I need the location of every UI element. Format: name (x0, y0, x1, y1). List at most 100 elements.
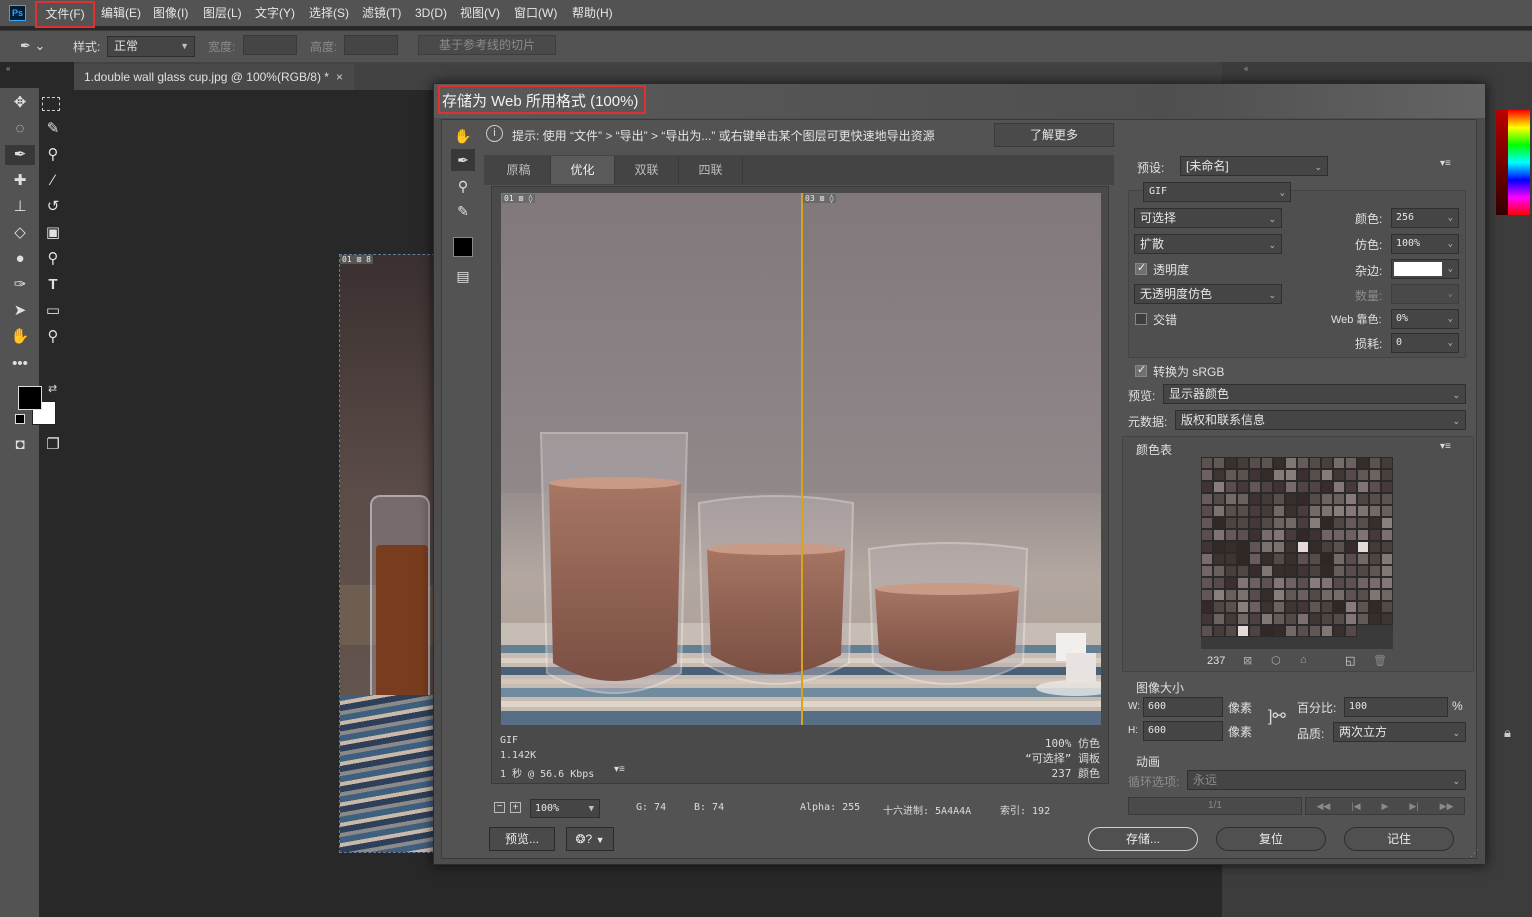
color-swatch[interactable] (1297, 541, 1309, 553)
color-swatch[interactable] (1249, 517, 1261, 529)
convert-srgb-checkbox[interactable] (1135, 363, 1147, 377)
color-swatch[interactable] (1237, 589, 1249, 601)
color-swatch[interactable] (1273, 541, 1285, 553)
color-swatch[interactable] (1201, 505, 1213, 517)
color-swatch[interactable] (1249, 469, 1261, 481)
color-swatch[interactable] (1249, 601, 1261, 613)
color-swatch[interactable] (1237, 541, 1249, 553)
save-button[interactable]: 存储... (1088, 827, 1198, 851)
color-swatch[interactable] (1333, 577, 1345, 589)
hand-tool-icon[interactable]: ✋ (451, 125, 475, 147)
color-swatch[interactable] (1201, 481, 1213, 493)
color-swatch[interactable] (1237, 457, 1249, 469)
color-swatch[interactable] (1213, 457, 1225, 469)
color-swatch[interactable] (1201, 469, 1213, 481)
color-swatch[interactable] (1225, 601, 1237, 613)
toggle-slices-icon[interactable]: ▤ (451, 265, 475, 287)
menu-filter[interactable]: 滤镜(T) (359, 4, 404, 22)
color-swatch[interactable] (1333, 625, 1345, 637)
color-swatch[interactable] (1261, 613, 1273, 625)
hand-tool-icon[interactable]: ✋ (9, 327, 31, 347)
color-swatch[interactable] (1225, 613, 1237, 625)
screen-mode-icon[interactable]: ❐ (42, 435, 64, 455)
tab-optimized[interactable]: 优化 (551, 156, 615, 184)
collapse-icon[interactable]: « (1244, 64, 1248, 73)
color-swatch[interactable] (1345, 541, 1357, 553)
color-swatch[interactable] (1261, 565, 1273, 577)
color-swatch[interactable] (1273, 505, 1285, 517)
color-swatch[interactable] (1237, 505, 1249, 517)
color-swatch[interactable] (1273, 601, 1285, 613)
format-select[interactable]: GIF ⌄ (1143, 182, 1291, 202)
color-reduction-select[interactable]: 可选择 ⌄ (1134, 208, 1282, 228)
color-swatch[interactable] (1297, 505, 1309, 517)
menu-layer[interactable]: 图层(L) (200, 4, 245, 22)
map-to-transparent-icon[interactable]: ⊠ (1243, 654, 1252, 667)
colors-input[interactable]: 256 ⌄ (1391, 208, 1459, 228)
color-swatch[interactable] (1321, 541, 1333, 553)
color-swatch[interactable] (1309, 541, 1321, 553)
width-input[interactable] (243, 35, 297, 55)
color-swatch[interactable] (1333, 529, 1345, 541)
color-swatch[interactable] (1249, 541, 1261, 553)
color-swatch[interactable] (1201, 565, 1213, 577)
color-swatch[interactable] (1333, 493, 1345, 505)
color-swatch[interactable] (1321, 625, 1333, 637)
color-swatch[interactable] (1213, 505, 1225, 517)
zoom-out-icon[interactable]: − (494, 802, 505, 813)
color-swatch[interactable] (1213, 469, 1225, 481)
color-swatch[interactable] (1345, 517, 1357, 529)
color-swatch[interactable] (1273, 625, 1285, 637)
image-width-input[interactable]: 600 (1143, 697, 1223, 717)
color-swatch[interactable] (1297, 457, 1309, 469)
color-swatch[interactable] (1237, 553, 1249, 565)
color-swatch[interactable] (1297, 577, 1309, 589)
color-swatch[interactable] (1333, 613, 1345, 625)
color-swatch[interactable] (1345, 601, 1357, 613)
color-swatch[interactable] (1237, 613, 1249, 625)
color-swatch[interactable] (1333, 457, 1345, 469)
color-swatch[interactable] (1297, 469, 1309, 481)
color-swatch[interactable] (1369, 565, 1381, 577)
color-swatch[interactable] (1261, 529, 1273, 541)
color-swatch[interactable] (1273, 517, 1285, 529)
color-swatch[interactable] (1333, 517, 1345, 529)
color-table-menu-icon[interactable]: ▾≡ (1440, 441, 1451, 452)
color-swatch[interactable] (1201, 493, 1213, 505)
color-swatch[interactable] (1285, 541, 1297, 553)
color-swatch[interactable] (1297, 517, 1309, 529)
amount-input[interactable]: ⌄ (1391, 284, 1459, 304)
collapse-icon[interactable]: « (0, 64, 39, 76)
color-swatch[interactable] (1369, 601, 1381, 613)
color-swatch[interactable] (1225, 517, 1237, 529)
next-frame-icon[interactable]: ▶| (1409, 798, 1418, 814)
color-swatch[interactable] (1309, 625, 1321, 637)
rectangle-tool-icon[interactable]: ▭ (42, 301, 64, 321)
color-swatch[interactable] (1345, 565, 1357, 577)
reset-button[interactable]: 复位 (1216, 827, 1326, 851)
menu-view[interactable]: 视图(V) (457, 4, 503, 22)
new-color-icon[interactable]: ◱ (1345, 654, 1355, 667)
color-swatch[interactable] (1261, 469, 1273, 481)
color-swatch[interactable] (1309, 505, 1321, 517)
color-swatch[interactable] (1321, 613, 1333, 625)
color-swatch[interactable] (1213, 541, 1225, 553)
color-swatch[interactable] (1201, 517, 1213, 529)
brush-tool-icon[interactable]: ∕ (42, 171, 64, 191)
link-icon[interactable]: ]⚯ (1268, 706, 1286, 726)
color-swatch[interactable] (1285, 481, 1297, 493)
quality-select[interactable]: 两次立方 ⌄ (1333, 722, 1466, 742)
browser-select[interactable]: ❂? ▼ (566, 827, 614, 851)
color-swatch[interactable] (1369, 577, 1381, 589)
color-swatch[interactable] (1249, 457, 1261, 469)
foreground-color-swatch[interactable] (18, 386, 42, 410)
color-swatch[interactable] (1237, 517, 1249, 529)
color-swatch[interactable] (1225, 505, 1237, 517)
color-swatch[interactable] (1225, 529, 1237, 541)
color-swatch[interactable] (1297, 553, 1309, 565)
lock-color-icon[interactable]: ⌂ (1300, 654, 1307, 666)
color-swatch[interactable] (1285, 589, 1297, 601)
color-swatch[interactable] (1225, 469, 1237, 481)
loop-select[interactable]: 永远 ⌄ (1187, 770, 1466, 790)
play-icon[interactable]: ▶ (1382, 798, 1389, 814)
